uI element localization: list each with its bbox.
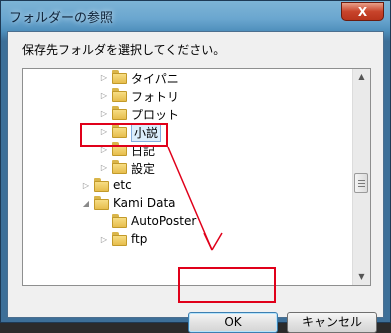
annotation-arrow [167, 146, 223, 251]
